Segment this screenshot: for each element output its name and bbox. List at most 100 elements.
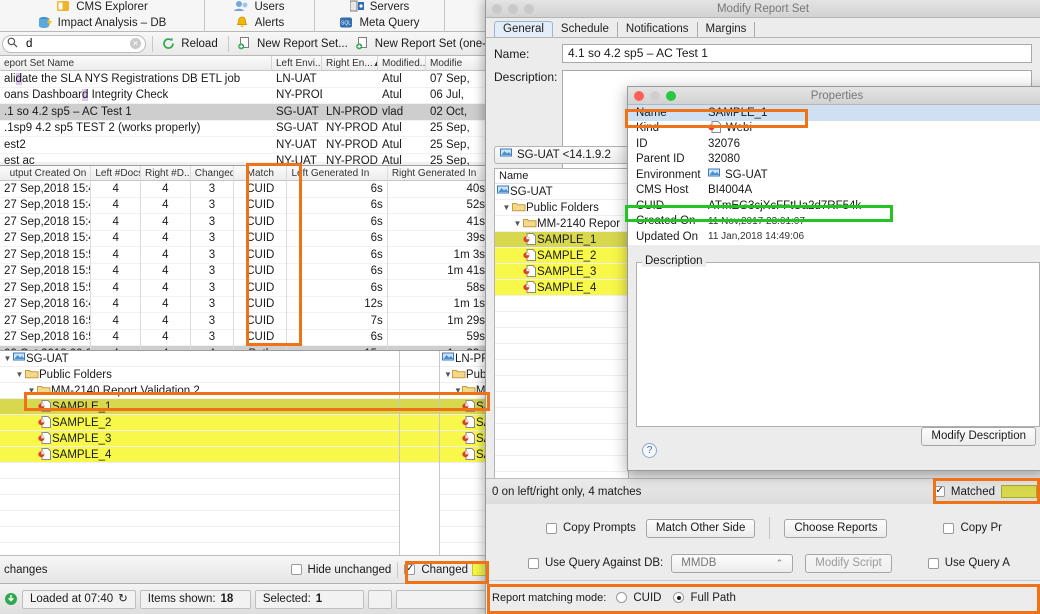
property-row[interactable]: CMS Host BI4004A (628, 183, 1040, 199)
copy-prompts-box-icon[interactable] (546, 522, 557, 534)
property-row[interactable]: ID 32076 (628, 136, 1040, 152)
column-header-right-docs[interactable]: Right #D... (141, 165, 191, 181)
choose-reports-button[interactable]: Choose Reports (784, 518, 888, 538)
tree-root-node[interactable]: LN-PROD (440, 351, 489, 367)
table-row[interactable]: 27 Sep,2018 15:48443CUID6s41s (0, 213, 490, 231)
ribbon-tab-users[interactable]: Users (205, 0, 315, 14)
ribbon-tab-meta-query[interactable]: SQL Meta Query (315, 14, 445, 32)
clear-search-icon[interactable]: ✕ (130, 38, 141, 49)
property-row[interactable]: Environment SG-UAT (628, 167, 1040, 183)
tree-report-node[interactable]: SAMPLE_2 (0, 415, 399, 431)
column-header-right-env[interactable]: Right En...▲1 (322, 55, 378, 71)
copy-prompts-checkbox[interactable]: Copy Prompts (546, 522, 636, 534)
tree-report-node[interactable]: SAMPLE_1 (0, 399, 399, 415)
tree-report-node[interactable]: SAMPLE_3 (0, 431, 399, 447)
use-query-box-icon[interactable] (528, 557, 539, 569)
property-row[interactable]: Parent ID 32080 (628, 152, 1040, 168)
column-header-left-docs[interactable]: Left #Docs (91, 165, 142, 181)
tree-report-node[interactable]: SAMPLE_4 (495, 280, 628, 296)
column-header-modified-on[interactable]: Modifie (426, 55, 490, 71)
matched-checkbox[interactable]: Matched (933, 485, 1037, 498)
properties-title-bar[interactable]: Properties (628, 87, 1040, 105)
tree-subfolder-node[interactable]: ▼ MM-2140 Report Validation 2 (0, 383, 399, 399)
property-row[interactable]: CUID ATmEG3cjXcFFtUa2d7RF54k (628, 198, 1040, 214)
table-row[interactable]: 27 Sep,2018 16:52443CUID6s59s (0, 329, 490, 346)
new-report-set-one-button[interactable]: New Report Set (one- (352, 34, 490, 54)
tree-report-node[interactable]: SA (440, 415, 489, 431)
refresh-icon[interactable]: ↻ (118, 590, 128, 609)
property-row[interactable]: Kind Webi (628, 121, 1040, 137)
ribbon-tab-overflow-2[interactable] (445, 14, 490, 32)
disclosure-triangle-icon[interactable]: ▼ (444, 367, 452, 383)
table-row[interactable]: 27 Sep,2018 15:49443CUID6s39s (0, 230, 490, 247)
search-box[interactable]: ✕ (2, 34, 146, 53)
table-row[interactable]: alidate the SLA NYS Registrations DB ETL… (0, 71, 490, 88)
column-header-changed[interactable]: Changed (191, 165, 235, 181)
tree-root-node[interactable]: ▼ SG-UAT (0, 351, 399, 367)
tree-root-node[interactable]: SG-UAT (495, 184, 628, 200)
disclosure-triangle-icon[interactable]: ▼ (14, 367, 25, 383)
disclosure-triangle-icon[interactable]: ▼ (512, 216, 523, 232)
changed-box-icon[interactable] (404, 563, 416, 575)
matching-mode-full-path-radio[interactable]: Full Path (673, 592, 736, 604)
table-row[interactable]: 27 Sep,2018 15:46443CUID6s52s (0, 197, 490, 214)
tab-notifications[interactable]: Notifications (618, 22, 698, 37)
tree-folder-node[interactable]: ▼ Public F (440, 367, 489, 383)
disclosure-triangle-icon[interactable]: ▼ (454, 383, 462, 399)
column-header-modified-by[interactable]: Modified... (378, 55, 426, 71)
tree-report-node[interactable]: SA (440, 431, 489, 447)
hide-unchanged-box-icon[interactable] (290, 564, 302, 575)
modify-script-button[interactable]: Modify Script (805, 553, 892, 573)
modify-description-button[interactable]: Modify Description (921, 427, 1036, 446)
property-row[interactable]: Name SAMPLE_1 (628, 105, 1040, 121)
column-header-left-generated-in[interactable]: Left Generated In (287, 165, 388, 181)
help-icon[interactable]: ? (642, 443, 657, 458)
tree-report-node[interactable]: SA (440, 447, 489, 463)
column-header-match[interactable]: Match (234, 165, 288, 181)
ribbon-tab-impact-analysis-db[interactable]: Impact Analysis – DB (0, 14, 205, 32)
table-row[interactable]: oans Dashboard Integrity Check NY-PROD Atu… (0, 88, 490, 104)
column-header-right-generated-in[interactable]: Right Generated In (388, 165, 490, 181)
compare-environment-header[interactable]: SG-UAT <14.1.9.2 (494, 146, 629, 164)
use-query-against-db-checkbox[interactable]: Use Query Against DB: (528, 557, 663, 569)
tree-folder-node[interactable]: ▼ Public Folders (495, 200, 628, 216)
name-input[interactable]: 4.1 so 4.2 sp5 – AC Test 1 (562, 44, 1032, 63)
changed-checkbox[interactable]: Changed (404, 563, 468, 576)
matched-box-icon[interactable] (933, 485, 945, 497)
table-row[interactable]: 27 Sep,2018 15:52443CUID6s1m 41s (0, 263, 490, 280)
property-row[interactable]: Created On 11 Nov,2017 23:01:07 (628, 214, 1040, 230)
tab-schedule[interactable]: Schedule (553, 22, 618, 37)
table-row[interactable]: .1sp9 4.2 sp5 TEST 2 (works properly) SG-… (0, 121, 490, 137)
column-header-output-created-on[interactable]: utput Created On (0, 165, 92, 181)
tree-folder-node[interactable]: ▼ Public Folders (0, 367, 399, 383)
copy-prompts-right-box-icon[interactable] (943, 522, 955, 534)
table-row[interactable]: .1 so 4.2 sp5 – AC Test 1 SG-UAT LN-PROD vl… (0, 104, 490, 121)
disclosure-triangle-icon[interactable]: ▼ (2, 351, 13, 367)
tree-report-node[interactable]: SAMPLE_2 (495, 248, 628, 264)
property-row[interactable]: Updated On 11 Jan,2018 14:49:06 (628, 229, 1040, 245)
ribbon-tab-alerts[interactable]: Alerts (205, 14, 315, 32)
tree-report-node[interactable]: SA (440, 399, 489, 415)
disclosure-triangle-icon[interactable]: ▼ (26, 383, 37, 399)
use-query-right-box-icon[interactable] (927, 557, 939, 569)
right-tree-panel[interactable]: LN-PROD ▼ Public F ▼ MM- SASASASA (440, 351, 489, 555)
new-report-set-button[interactable]: New Report Set... (234, 34, 352, 54)
table-row[interactable]: 27 Sep,2018 15:45443CUID6s40s (0, 180, 490, 198)
tab-general[interactable]: General (494, 21, 553, 37)
ribbon-tab-cms-explorer[interactable]: CMS Explorer (0, 0, 205, 14)
hide-unchanged-checkbox[interactable]: Hide unchanged (290, 564, 391, 576)
table-row[interactable]: 27 Sep,2018 15:50443CUID6s1m 3s (0, 246, 490, 264)
table-row[interactable]: est2 NY-UAT NY-PROD Atul 25 Sep, (0, 137, 490, 154)
radio-full-path-icon[interactable] (673, 592, 685, 603)
properties-description-box[interactable] (636, 262, 1040, 427)
use-query-right-checkbox[interactable]: Use Query A (927, 557, 1010, 569)
column-header-name[interactable]: eport Set Name (0, 55, 272, 71)
compare-tree-body[interactable]: Name SG-UAT ▼ Public Folders ▼ MM-2140 R… (494, 168, 629, 486)
tree-subfolder-node[interactable]: ▼ MM-2140 Repor (495, 216, 628, 232)
tree-subfolder-node[interactable]: ▼ MM- (440, 383, 489, 399)
tree-report-node[interactable]: SAMPLE_1 (495, 232, 628, 248)
search-input[interactable] (26, 37, 126, 50)
ribbon-tab-servers[interactable]: Servers (315, 0, 445, 14)
table-row[interactable]: 27 Sep,2018 15:54443CUID6s58s (0, 279, 490, 297)
tree-report-node[interactable]: SAMPLE_4 (0, 447, 399, 463)
